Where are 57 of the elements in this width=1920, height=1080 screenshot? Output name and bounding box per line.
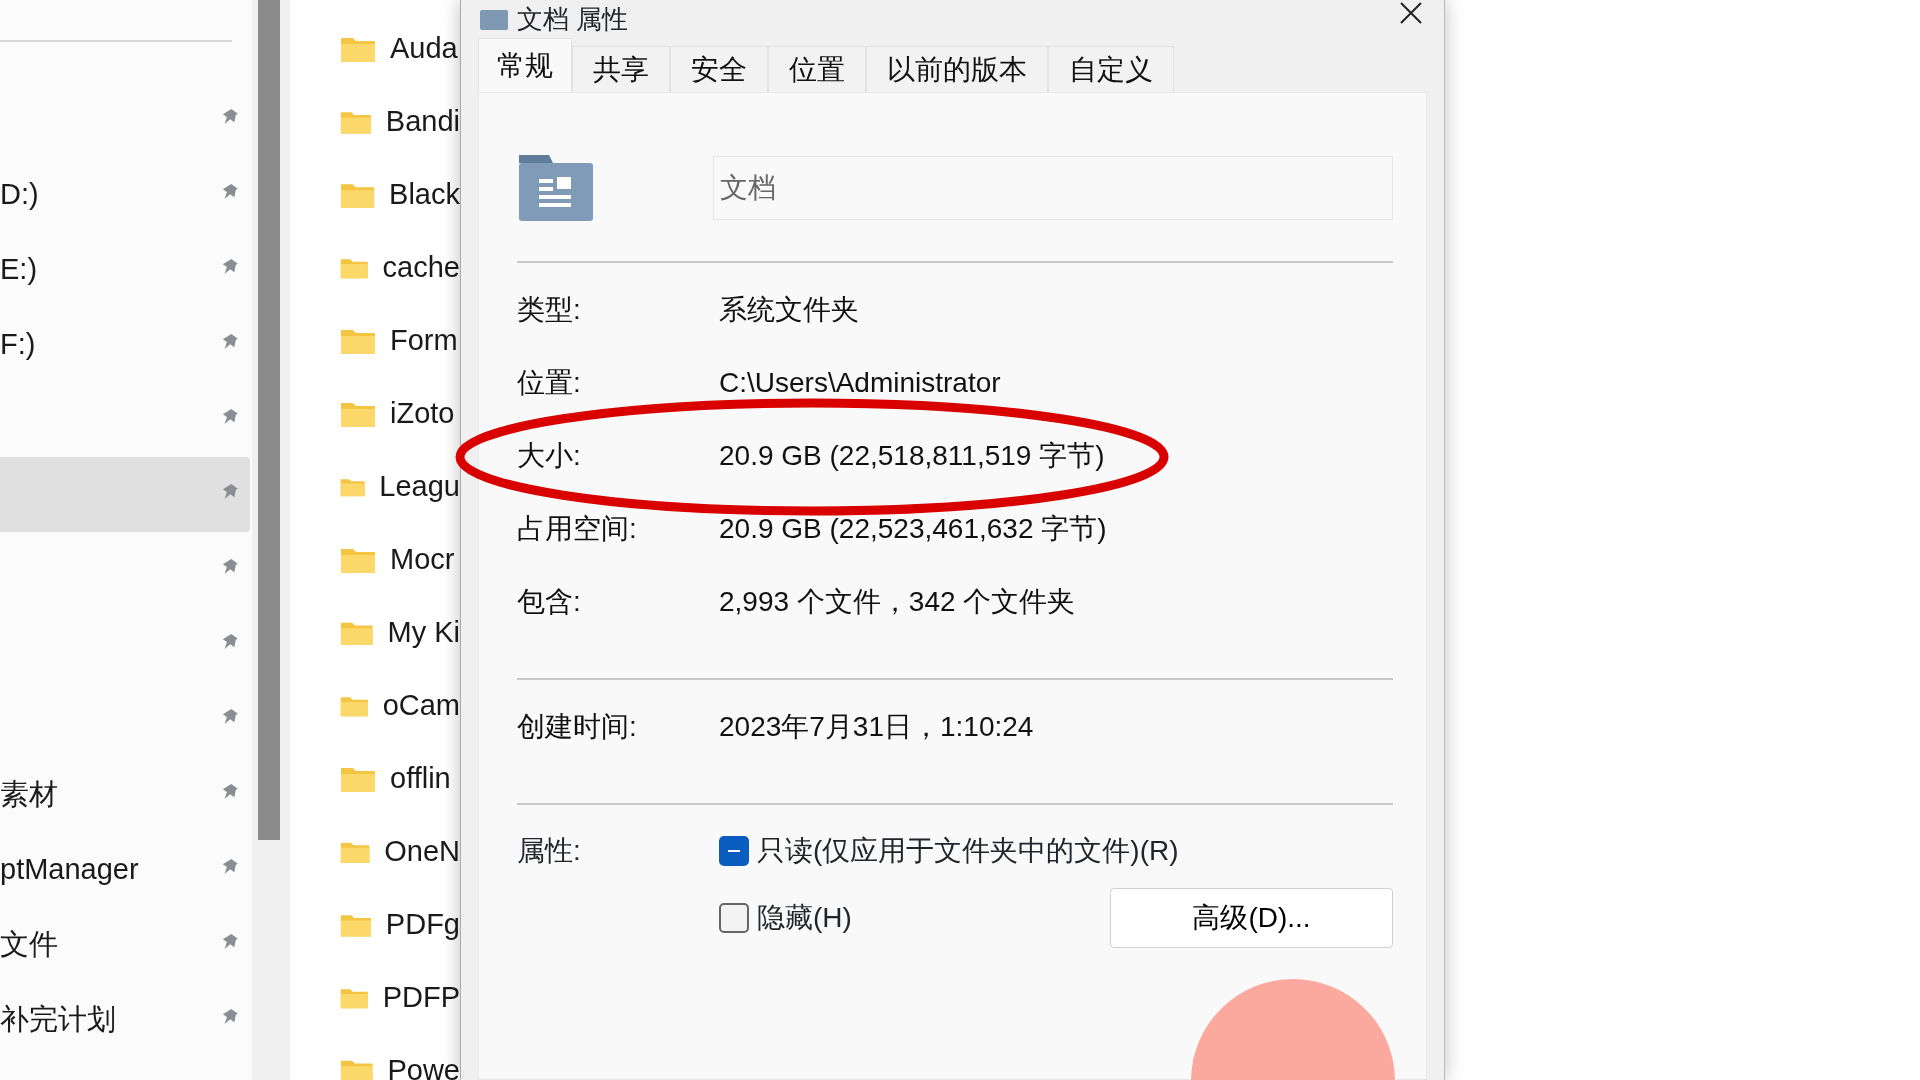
folder-name[interactable]: oCam xyxy=(382,683,460,728)
tab[interactable]: 位置 xyxy=(768,46,866,92)
property-label: 属性: xyxy=(517,834,582,868)
sidebar-item-label: D:) xyxy=(0,176,39,212)
sidebar-item[interactable]: 素材 xyxy=(0,757,250,832)
sidebar-item[interactable]: E:) xyxy=(0,232,250,307)
property-label: 创建时间: xyxy=(517,709,638,744)
folder-name[interactable]: Bandi xyxy=(385,99,460,144)
property-value: 2023年7月31日，1:10:24 xyxy=(719,709,1034,744)
tab[interactable]: 自定义 xyxy=(1048,46,1174,92)
folder-name[interactable]: Auda xyxy=(390,26,458,71)
property-value: C:\Users\Administrator xyxy=(719,365,1001,400)
window-title: 文档 属性 xyxy=(517,3,629,36)
checkbox[interactable]: 隐藏(H) xyxy=(719,897,852,939)
tab[interactable]: 以前的版本 xyxy=(866,46,1048,92)
checkbox[interactable]: 只读(仅应用于文件夹中的文件)(R) xyxy=(719,830,1179,872)
sidebar-item-label: F:) xyxy=(0,326,36,362)
folder-name[interactable]: iZoto xyxy=(390,391,455,436)
property-label: 占用空间: xyxy=(517,511,638,546)
property-label: 位置: xyxy=(517,365,582,400)
name-field[interactable]: 文档 xyxy=(713,156,1393,220)
property-value: 系统文件夹 xyxy=(719,292,859,327)
close-icon[interactable] xyxy=(1398,0,1424,26)
property-value: 20.9 GB (22,523,461,632 字节) xyxy=(719,511,1107,546)
document-folder-icon xyxy=(517,153,595,223)
sidebar-item[interactable] xyxy=(0,457,250,532)
sidebar-item-label: E:) xyxy=(0,251,38,287)
property-label: 大小: xyxy=(517,438,582,473)
sidebar-item-label: 补完计划 xyxy=(0,1001,116,1037)
sidebar-item[interactable]: D:) xyxy=(0,157,250,232)
folder-name[interactable]: Mocr xyxy=(390,537,455,582)
folder-name[interactable]: PDFP xyxy=(382,975,460,1020)
property-value: 2,993 个文件，342 个文件夹 xyxy=(719,584,1076,619)
sidebar-item[interactable]: 补完计划 xyxy=(0,982,250,1057)
sidebar-item[interactable]: 文件 xyxy=(0,907,250,982)
sidebar-item[interactable]: F:) xyxy=(0,307,250,382)
folder-name[interactable]: PDFg xyxy=(385,902,460,947)
tab[interactable]: 共享 xyxy=(572,46,670,92)
sidebar-item-label: 文件 xyxy=(0,926,58,962)
folder-name[interactable]: cache xyxy=(382,245,460,290)
sidebar-item[interactable]: ptManager xyxy=(0,832,250,907)
folder-name[interactable]: Form xyxy=(390,318,458,363)
advanced-button[interactable]: 高级(D)... xyxy=(1110,888,1393,948)
folder-name[interactable]: Leagu xyxy=(379,464,460,509)
tab[interactable]: 常规 xyxy=(478,38,572,92)
folder-name[interactable]: My Ki xyxy=(387,610,460,655)
tab[interactable]: 安全 xyxy=(670,46,768,92)
sidebar-item-label: 素材 xyxy=(0,776,58,812)
folder-name[interactable]: Powe xyxy=(387,1048,460,1080)
folder-name[interactable]: Black xyxy=(389,172,460,217)
property-value: 20.9 GB (22,518,811,519 字节) xyxy=(719,438,1105,473)
property-label: 包含: xyxy=(517,584,582,619)
sidebar-item-label: ptManager xyxy=(0,851,139,887)
folder-name[interactable]: offlin xyxy=(390,756,451,801)
folder-name[interactable]: OneN xyxy=(384,829,460,874)
property-label: 类型: xyxy=(517,292,582,327)
scrollbar-thumb[interactable] xyxy=(258,0,280,840)
